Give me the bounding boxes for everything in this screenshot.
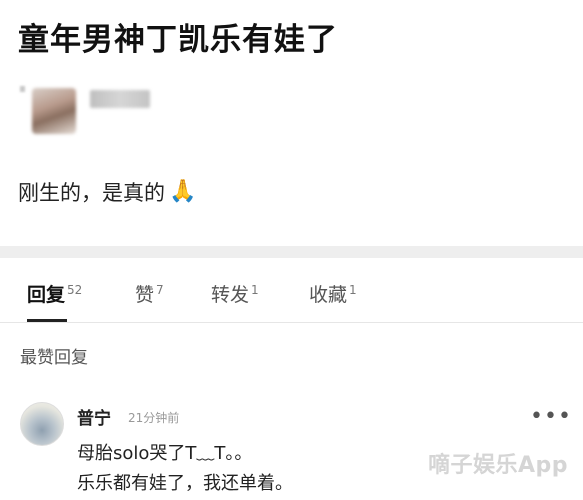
blur-fragment bbox=[20, 86, 25, 92]
more-icon[interactable]: ••• bbox=[530, 404, 572, 429]
comment-text-line-1: 母胎solo哭了T﹏T。。 bbox=[77, 443, 253, 464]
watermark: 嘀子娱乐App bbox=[428, 453, 569, 478]
tab-favorites[interactable]: 收藏 1 bbox=[309, 280, 357, 307]
author-avatar[interactable] bbox=[32, 88, 76, 134]
comment-text-line-2: 乐乐都有娃了，我还单着。 bbox=[77, 473, 293, 494]
post-author-blurred[interactable] bbox=[20, 86, 160, 136]
post-title: 童年男神丁凯乐有娃了 bbox=[18, 22, 338, 58]
tab-bar: 回复 52 赞7 转发 1 收藏 1 bbox=[0, 258, 583, 323]
tab-label: 转发 bbox=[211, 284, 250, 306]
tab-label: 回复 bbox=[27, 284, 66, 306]
tab-label: 收藏 bbox=[309, 284, 348, 306]
tab-likes[interactable]: 赞7 bbox=[135, 280, 164, 307]
section-divider bbox=[0, 246, 583, 258]
pray-icon: 🙏 bbox=[169, 179, 197, 204]
comment-time: 21分钟前 bbox=[128, 411, 180, 425]
post-content-text: 刚生的，是真的 bbox=[18, 181, 165, 205]
tab-reposts[interactable]: 转发 1 bbox=[211, 280, 259, 307]
post-header: 童年男神丁凯乐有娃了 刚生的，是真的 🙏 bbox=[0, 0, 583, 246]
tab-label: 赞 bbox=[135, 284, 155, 306]
tab-count: 1 bbox=[349, 283, 357, 297]
post-content: 刚生的，是真的 🙏 bbox=[18, 177, 196, 207]
active-tab-indicator bbox=[27, 319, 67, 322]
tab-count: 7 bbox=[156, 283, 164, 297]
tab-replies[interactable]: 回复 52 bbox=[27, 280, 82, 307]
comment-item[interactable]: 普宁 21分钟前 ••• 母胎solo哭了T﹏T。。 乐乐都有娃了，我还单着。 bbox=[0, 392, 583, 500]
top-replies-label: 最赞回复 bbox=[20, 348, 88, 368]
tab-count: 52 bbox=[67, 283, 83, 297]
avatar[interactable] bbox=[20, 402, 64, 446]
tab-count: 1 bbox=[251, 283, 259, 297]
author-name[interactable] bbox=[90, 90, 150, 108]
comment-author[interactable]: 普宁 bbox=[77, 404, 111, 429]
